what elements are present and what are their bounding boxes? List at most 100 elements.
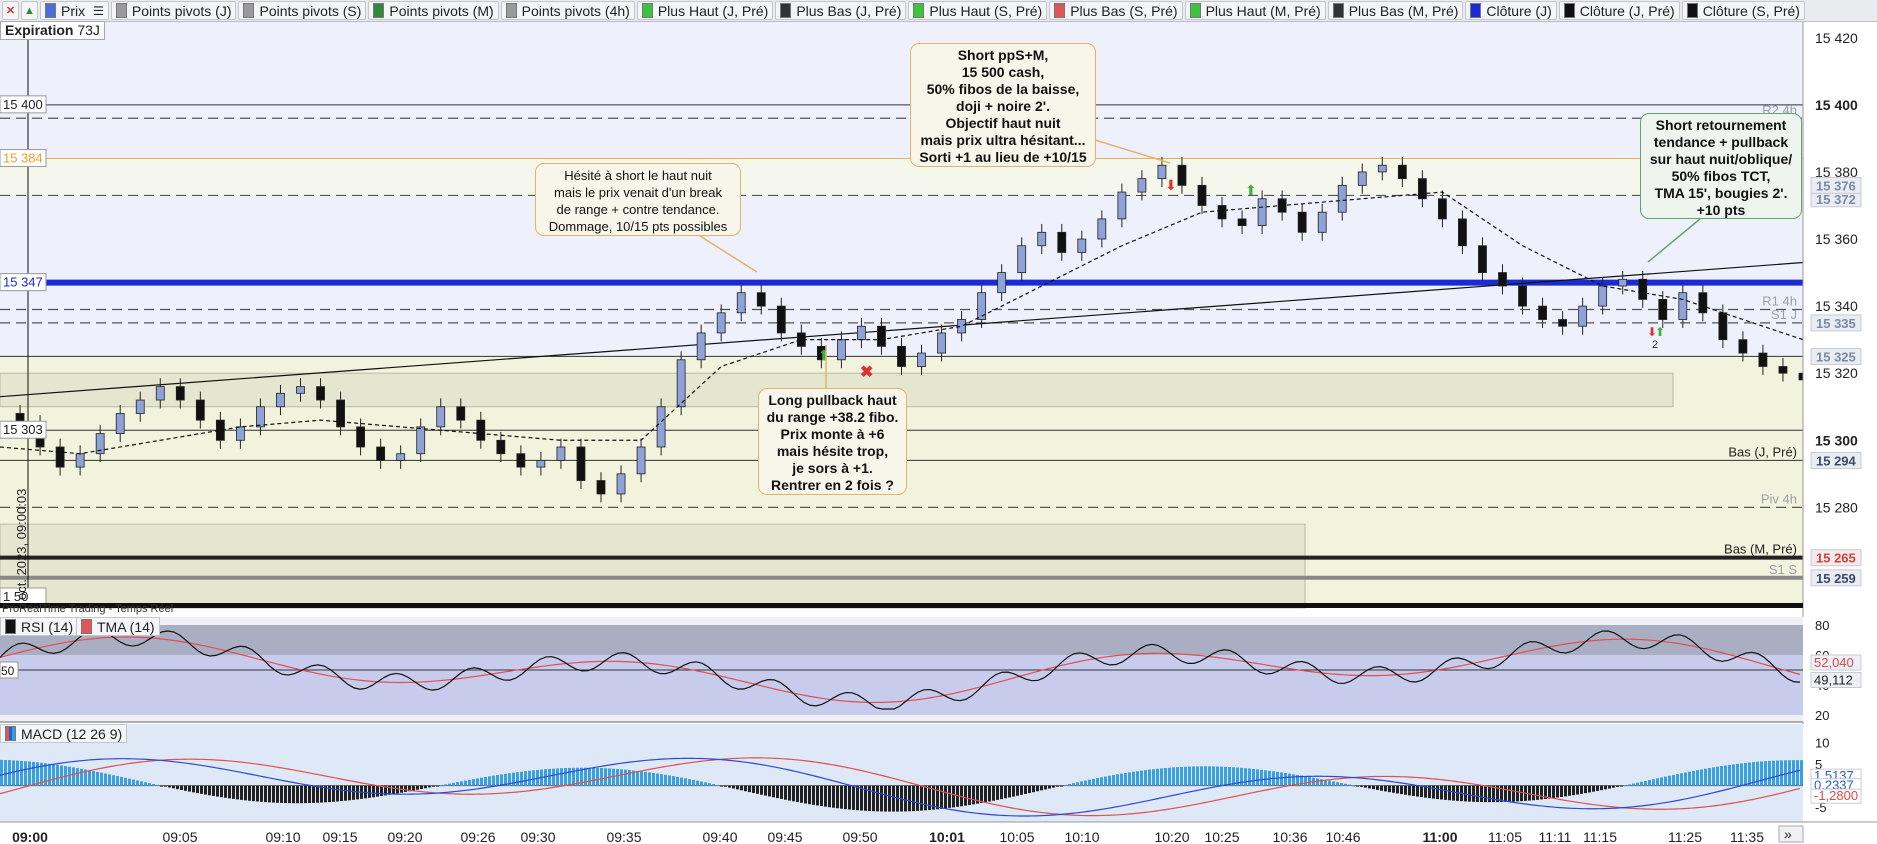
macd-histogram-bar: [1084, 780, 1087, 786]
zone-upper: [0, 158, 1803, 196]
sell-arrow-icon: ⬇: [1165, 177, 1177, 193]
rsi-tab[interactable]: RSI (14): [0, 617, 79, 636]
macd-histogram-bar: [172, 785, 175, 789]
macd-histogram-bar: [320, 785, 323, 803]
indicator-button[interactable]: Plus Bas (M, Pré): [1327, 1, 1464, 20]
macd-histogram-bar: [1732, 764, 1735, 786]
candle-body: [1658, 299, 1668, 320]
macd-histogram-bar: [220, 785, 223, 798]
macd-histogram-bar: [752, 785, 755, 793]
indicator-button[interactable]: Plus Haut (M, Pré): [1184, 1, 1326, 20]
marker-label: 2: [1652, 339, 1658, 351]
annotation-bubble[interactable]: Short retournement tendance + pullback sur…: [1640, 113, 1802, 219]
macd-histogram-bar: [1620, 785, 1623, 787]
macd-histogram-bar: [1472, 785, 1475, 802]
macd-histogram-bar: [340, 785, 343, 802]
macd-histogram-bar: [436, 785, 439, 787]
indicator-swatch: [243, 3, 255, 18]
price-tag-text: 15 294: [1816, 453, 1857, 468]
macd-histogram-bar: [152, 783, 155, 786]
indicator-button[interactable]: Points pivots (M): [368, 1, 499, 20]
up-arrow-icon[interactable]: ▲: [21, 1, 38, 20]
close-icon[interactable]: ✕: [2, 1, 19, 20]
candle-body: [1137, 178, 1147, 193]
macd-histogram-bar: [1116, 774, 1119, 786]
indicator-button[interactable]: Clôture (J): [1465, 1, 1557, 20]
macd-histogram-bar: [1792, 760, 1795, 786]
macd-histogram-bar: [788, 785, 791, 801]
macd-histogram-bar: [764, 785, 767, 796]
macd-tab[interactable]: MACD (12 26 9): [0, 724, 128, 743]
macd-histogram-bar: [480, 777, 483, 786]
indicator-button[interactable]: Points pivots (S): [238, 1, 367, 20]
time-tick-label: 09:50: [842, 829, 877, 844]
macd-histogram-bar: [1796, 760, 1799, 786]
candle-body: [837, 339, 846, 361]
buy-arrow-icon: ⬆: [1245, 182, 1257, 198]
indicator-button[interactable]: Points pivots (J): [110, 1, 237, 20]
macd-histogram-bar: [60, 765, 63, 786]
menu-icon[interactable]: ☰: [93, 4, 104, 18]
annotation-bubble[interactable]: Short ppS+M, 15 500 cash, 50% fibos de la …: [910, 43, 1096, 167]
macd-histogram-bar: [676, 776, 679, 786]
macd-histogram-bar: [36, 762, 39, 786]
macd-histogram-bar: [524, 771, 527, 786]
macd-histogram-bar: [208, 785, 211, 796]
indicator-button[interactable]: Clôture (J, Pré): [1558, 1, 1680, 20]
macd-histogram-bar: [500, 774, 503, 786]
macd-histogram-bar: [1052, 785, 1055, 788]
indicator-button[interactable]: Plus Bas (S, Pré): [1049, 1, 1183, 20]
price-tag-text: 15 335: [1816, 316, 1856, 331]
indicator-label: Plus Bas (J, Pré): [796, 2, 902, 19]
macd-histogram-bar: [824, 785, 827, 807]
macd-histogram-bar: [76, 768, 79, 786]
macd-histogram-bar: [492, 775, 495, 786]
macd-histogram-bar: [728, 785, 731, 788]
macd-histogram-bar: [1036, 785, 1039, 792]
macd-histogram-bar: [1572, 785, 1575, 796]
tma-tab[interactable]: TMA (14): [76, 617, 160, 636]
macd-histogram-bar: [136, 780, 139, 786]
macd-histogram-bar: [1676, 774, 1679, 786]
macd-histogram-bar: [352, 785, 355, 800]
macd-histogram-bar: [1304, 776, 1307, 786]
macd-histogram-bar: [1068, 783, 1071, 786]
macd-histogram-bar: [1028, 785, 1031, 794]
macd-histogram-bar: [1580, 785, 1583, 794]
macd-histogram-bar: [1040, 785, 1043, 791]
indicator-button[interactable]: Clôture (S, Pré): [1681, 1, 1805, 20]
macd-histogram-bar: [848, 785, 851, 810]
candle-body: [1438, 198, 1447, 220]
indicator-button[interactable]: Plus Bas (J, Pré): [775, 1, 907, 20]
macd-histogram-bar: [368, 785, 371, 798]
macd-histogram-bar: [1488, 785, 1491, 803]
macd-histogram-bar: [252, 785, 255, 802]
macd-histogram-bar: [80, 768, 83, 786]
macd-histogram-bar: [12, 760, 15, 786]
indicator-button[interactable]: Plus Haut (S, Pré): [908, 1, 1048, 20]
annotation-bubble[interactable]: Long pullback haut du range +38.2 fibo. Pr…: [758, 388, 907, 495]
macd-histogram-bar: [284, 785, 287, 804]
indicator-button[interactable]: Points pivots (4h): [500, 1, 635, 20]
macd-histogram-bar: [56, 764, 59, 786]
rsi-value-tag-text: 52,040: [1814, 655, 1854, 670]
annotation-bubble[interactable]: Hésité à short le haut nuit mais le prix …: [535, 163, 741, 236]
macd-histogram-bar: [496, 775, 499, 786]
macd-histogram-bar: [164, 785, 167, 787]
macd-histogram-bar: [404, 785, 407, 792]
indicator-button[interactable]: Prix ☰: [40, 1, 109, 20]
macd-histogram-bar: [800, 785, 803, 803]
indicator-label: Clôture (J): [1486, 2, 1552, 19]
price-tag-text: 15 265: [1816, 551, 1856, 566]
macd-histogram-bar: [1264, 770, 1267, 786]
macd-histogram-bar: [432, 785, 435, 787]
annotation-line: Prix monte à +6: [780, 426, 885, 442]
macd-histogram-bar: [924, 785, 927, 811]
indicator-button[interactable]: Plus Haut (J, Pré): [636, 1, 774, 20]
macd-histogram-bar: [708, 783, 711, 786]
macd-histogram-bar: [1680, 773, 1683, 786]
candle-body: [496, 439, 506, 455]
candle-body: [1397, 164, 1407, 180]
indicator-toolbar: ✕ ▲ Prix ☰ Points pivots (J) Points pivots …: [0, 0, 1877, 22]
annotation-line: 50% fibos de la baisse,: [926, 81, 1080, 97]
